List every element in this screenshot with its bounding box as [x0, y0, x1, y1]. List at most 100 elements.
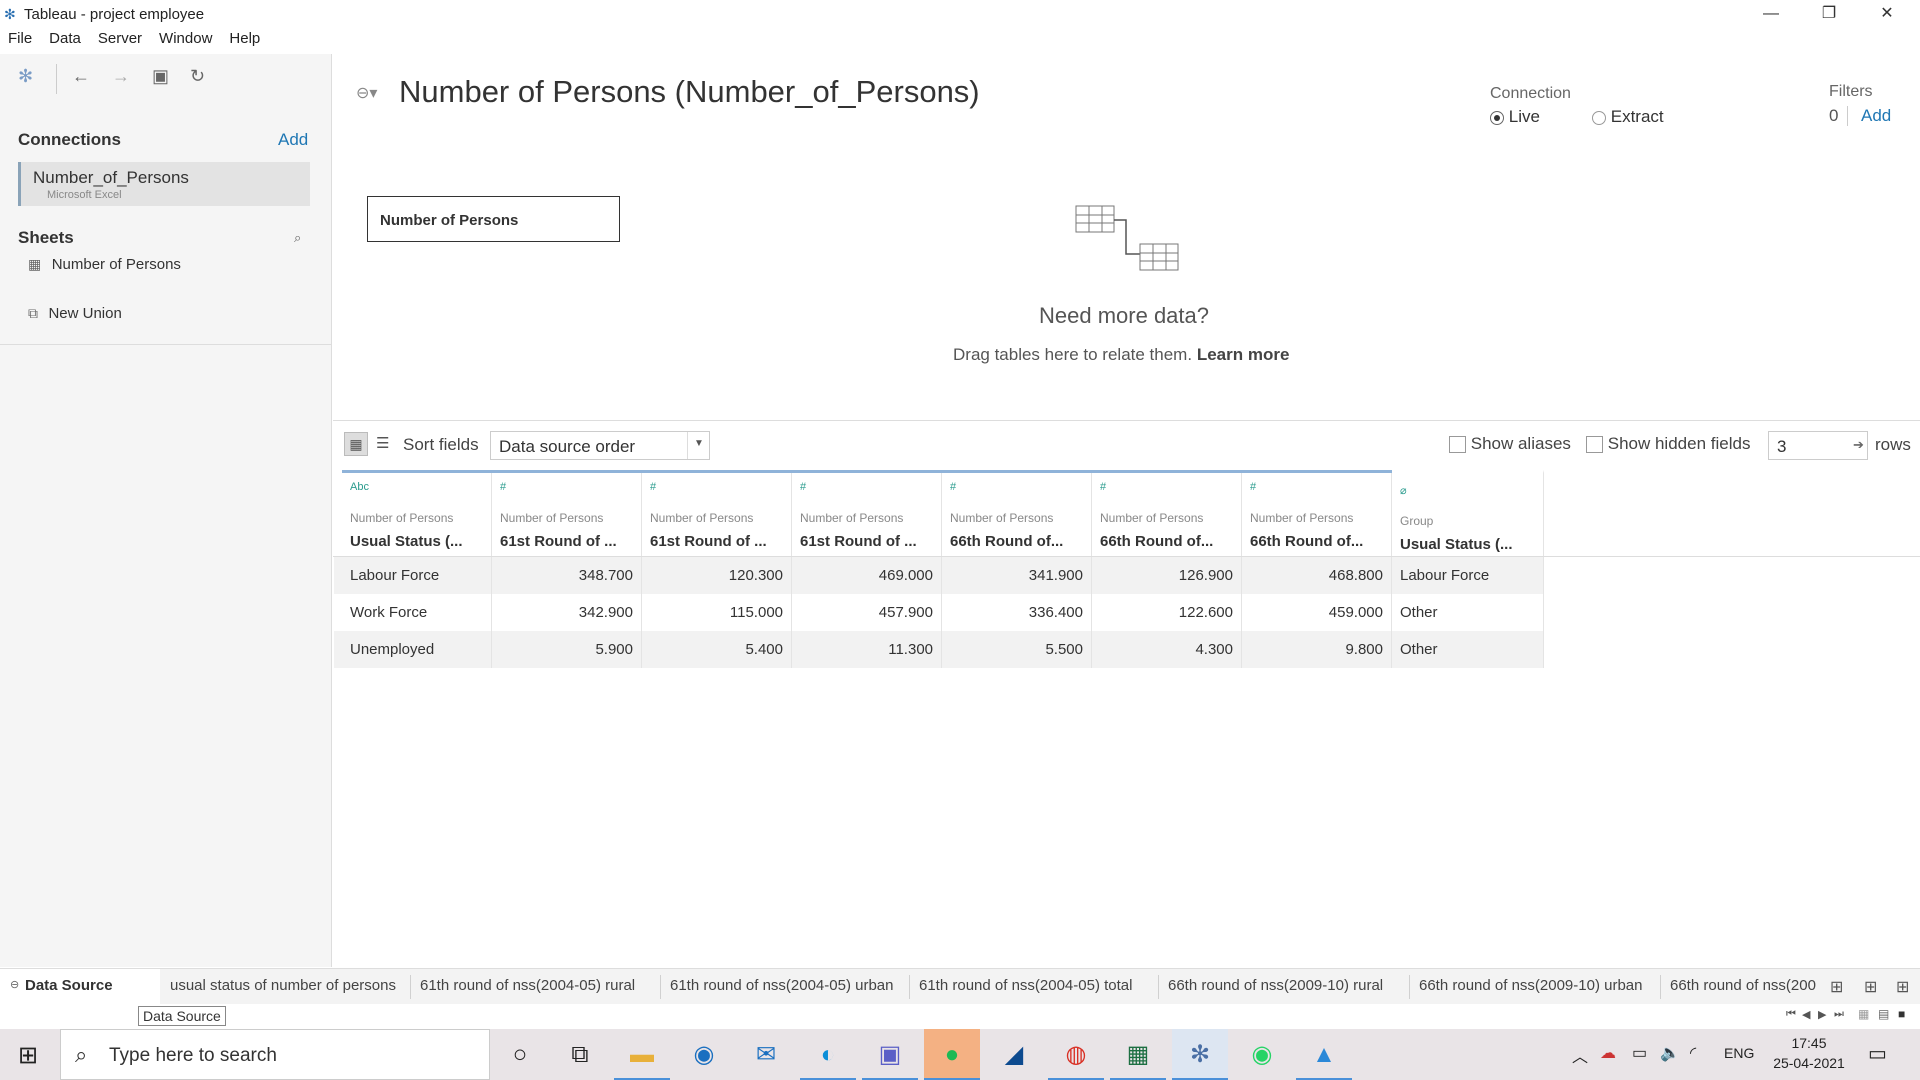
app-icon[interactable]: ◢	[986, 1029, 1042, 1080]
minimize-button[interactable]: —	[1742, 0, 1800, 28]
table-cell[interactable]: 468.800	[1242, 557, 1392, 594]
whatsapp-icon[interactable]: ◉	[1234, 1029, 1290, 1080]
column-header[interactable]: Abc Number of Persons Usual Status (...	[342, 473, 492, 559]
back-arrow-icon[interactable]: ←	[72, 66, 90, 87]
table-cell[interactable]: Other	[1392, 594, 1544, 631]
table-cell[interactable]: 348.700	[492, 557, 642, 594]
column-header[interactable]: # Number of Persons 61st Round of ...	[792, 473, 942, 559]
prev-sheet-icon[interactable]: ◀	[1802, 1008, 1810, 1021]
tableau-icon[interactable]: ✻	[1172, 1029, 1228, 1080]
number-type-icon[interactable]: #	[1100, 481, 1106, 493]
apply-arrow-icon[interactable]: ➔	[1853, 437, 1864, 453]
number-type-icon[interactable]: #	[950, 481, 956, 493]
sheet-item-number-of-persons[interactable]: ▦ Number of Persons	[28, 256, 181, 274]
table-cell[interactable]: 336.400	[942, 594, 1092, 631]
table-cell[interactable]: 341.900	[942, 557, 1092, 594]
next-sheet-icon[interactable]: ▶	[1818, 1008, 1826, 1021]
menu-help[interactable]: Help	[229, 30, 260, 47]
save-icon[interactable]: ▣	[152, 66, 169, 87]
onedrive-icon[interactable]: ☁	[1600, 1043, 1616, 1063]
tab-sheet[interactable]: 61th round of nss(2004-05) total	[919, 977, 1132, 994]
photos-icon[interactable]: ▲	[1296, 1029, 1352, 1080]
table-cell[interactable]: 5.500	[942, 631, 1092, 668]
windows-start-icon[interactable]: ⊞	[18, 1041, 38, 1070]
list-view-icon[interactable]: ☰	[376, 434, 389, 452]
add-connection-link[interactable]: Add	[278, 130, 308, 150]
filmstrip-icon[interactable]: ▦	[1858, 1007, 1869, 1021]
refresh-icon[interactable]: ↻	[190, 66, 205, 87]
column-header[interactable]: # Number of Persons 66th Round of...	[1242, 473, 1392, 559]
table-cell[interactable]: 469.000	[792, 557, 942, 594]
table-cell[interactable]: 126.900	[1092, 557, 1242, 594]
column-header[interactable]: # Number of Persons 61st Round of ...	[642, 473, 792, 559]
new-dashboard-icon[interactable]: ⊞	[1864, 977, 1877, 997]
tab-sheet[interactable]: 66th round of nss(2009-10) urban	[1419, 977, 1642, 994]
excel-icon[interactable]: ▦	[1110, 1029, 1166, 1080]
extract-radio[interactable]: Extract	[1592, 107, 1664, 127]
sort-fields-dropdown[interactable]: Data source order ▼	[490, 431, 710, 460]
search-box[interactable]: ⌕ Type here to search	[60, 1029, 490, 1080]
chevron-up-icon[interactable]: ︿	[1572, 1043, 1588, 1067]
table-cell[interactable]: 115.000	[642, 594, 792, 631]
tabs-icon[interactable]: ■	[1898, 1007, 1905, 1021]
new-worksheet-icon[interactable]: ⊞	[1830, 977, 1843, 997]
table-cell[interactable]: 457.900	[792, 594, 942, 631]
forward-arrow-icon[interactable]: →	[112, 66, 130, 87]
search-icon[interactable]: ⌕	[294, 230, 301, 246]
speaker-icon[interactable]: 🔈	[1660, 1043, 1680, 1063]
live-radio[interactable]: Live	[1490, 107, 1540, 127]
sorter-icon[interactable]: ▤	[1878, 1007, 1889, 1021]
dell-icon[interactable]: ◉	[676, 1029, 732, 1080]
show-aliases-checkbox[interactable]: Show aliases	[1449, 434, 1571, 454]
language-indicator[interactable]: ENG	[1724, 1045, 1754, 1061]
learn-more-link[interactable]: Learn more	[1197, 345, 1290, 364]
table-cell[interactable]: 120.300	[642, 557, 792, 594]
datasource-icon[interactable]: ⊖▾	[356, 83, 377, 103]
table-cell[interactable]: Labour Force	[334, 557, 492, 594]
file-explorer-icon[interactable]: ▬	[614, 1029, 670, 1080]
maximize-button[interactable]: ❐	[1800, 0, 1858, 28]
table-cell[interactable]: Unemployed	[334, 631, 492, 668]
tab-sheet[interactable]: 66th round of nss(2009-10) rural	[1168, 977, 1383, 994]
column-header[interactable]: # Number of Persons 66th Round of...	[1092, 473, 1242, 559]
group-type-icon[interactable]: ⌀	[1400, 484, 1407, 497]
filters-add-link[interactable]: Add	[1861, 106, 1891, 126]
chrome-icon[interactable]: ◍	[1048, 1029, 1104, 1080]
menu-data[interactable]: Data	[49, 30, 81, 47]
table-cell[interactable]: Other	[1392, 631, 1544, 668]
table-cell[interactable]: 11.300	[792, 631, 942, 668]
teams-icon[interactable]: ▣	[862, 1029, 918, 1080]
edge-icon[interactable]: ◐	[800, 1029, 856, 1080]
show-hidden-checkbox[interactable]: Show hidden fields	[1586, 434, 1750, 454]
sheet-item-new-union[interactable]: ⧉ New Union	[28, 305, 122, 323]
tab-sheet[interactable]: usual status of number of persons	[170, 977, 396, 994]
task-view-icon[interactable]: ⧉	[552, 1029, 608, 1080]
table-cell[interactable]: 4.300	[1092, 631, 1242, 668]
menu-file[interactable]: File	[8, 30, 32, 47]
wifi-icon[interactable]: ◜	[1690, 1043, 1696, 1063]
mail-icon[interactable]: ✉	[738, 1029, 794, 1080]
battery-icon[interactable]: ▭	[1632, 1043, 1647, 1063]
tab-sheet-truncated[interactable]: 66th round of nss(200	[1670, 977, 1830, 994]
tab-data-source[interactable]: ⊖ Data Source	[0, 969, 160, 1004]
table-cell[interactable]: 459.000	[1242, 594, 1392, 631]
column-header[interactable]: ⌀ Group Usual Status (...	[1392, 470, 1544, 559]
number-type-icon[interactable]: #	[1250, 481, 1256, 493]
table-box[interactable]: Number of Persons	[367, 196, 620, 242]
close-button[interactable]: ✕	[1858, 0, 1916, 28]
tab-sheet[interactable]: 61th round of nss(2004-05) rural	[420, 977, 635, 994]
tableau-start-icon[interactable]: ✻	[18, 66, 33, 87]
menu-server[interactable]: Server	[98, 30, 142, 47]
table-cell[interactable]: 5.400	[642, 631, 792, 668]
column-header[interactable]: # Number of Persons 61st Round of ...	[492, 473, 642, 559]
table-cell[interactable]: 9.800	[1242, 631, 1392, 668]
spotify-icon[interactable]: ●	[924, 1029, 980, 1080]
clock-date[interactable]: 25-04-2021	[1768, 1055, 1850, 1071]
page-title[interactable]: Number of Persons (Number_of_Persons)	[399, 74, 980, 110]
tab-sheet[interactable]: 61th round of nss(2004-05) urban	[670, 977, 893, 994]
number-type-icon[interactable]: #	[800, 481, 806, 493]
table-cell[interactable]: 342.900	[492, 594, 642, 631]
notifications-icon[interactable]: ▭	[1868, 1041, 1887, 1066]
last-sheet-icon[interactable]: ⏭	[1834, 1008, 1844, 1021]
column-header[interactable]: # Number of Persons 66th Round of...	[942, 473, 1092, 559]
